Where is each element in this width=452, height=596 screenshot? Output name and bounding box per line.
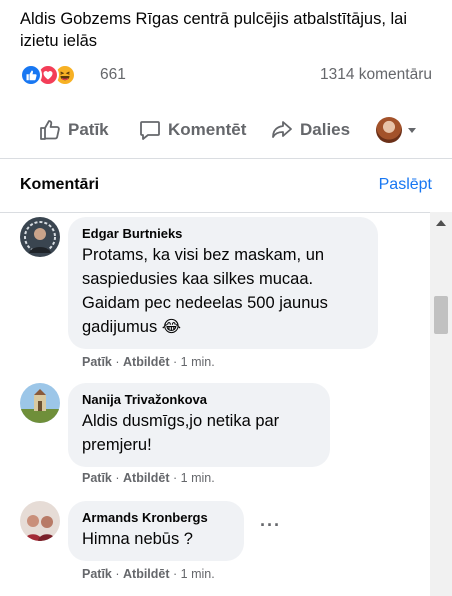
comment-timestamp[interactable]: 1 min. — [181, 471, 215, 485]
separator: · — [169, 567, 181, 581]
more-options-icon[interactable]: ··· — [260, 515, 281, 536]
comment-author[interactable]: Edgar Burtnieks — [82, 225, 364, 243]
comment-bubble: Nanija Trivažonkova Aldis dusmīgs,jo net… — [68, 383, 330, 467]
separator: · — [169, 471, 181, 485]
avatar[interactable] — [20, 217, 60, 257]
comment-author[interactable]: Armands Kronbergs — [82, 509, 230, 527]
comment-author[interactable]: Nanija Trivažonkova — [82, 391, 316, 409]
share-arrow-icon — [270, 118, 294, 142]
comment-text: Aldis dusmīgs,jo netika par premjeru! — [82, 412, 280, 454]
avatar — [376, 117, 402, 143]
hide-comments-link[interactable]: Paslēpt — [379, 176, 432, 194]
reactions-summary[interactable]: 661 1314 komentāru — [20, 64, 432, 88]
comment-bubble-icon — [138, 118, 162, 142]
post-action-bar: Patīk Komentēt Dalies — [20, 112, 432, 148]
comment-bubble: Edgar Burtnieks Protams, ka visi bez mas… — [68, 217, 378, 349]
comment-bubble: Armands Kronbergs Himna nebūs ? — [68, 501, 244, 561]
comments-list: Edgar Burtnieks Protams, ka visi bez mas… — [0, 212, 452, 596]
reaction-count[interactable]: 661 — [100, 66, 126, 84]
comment-button[interactable]: Komentēt — [138, 112, 246, 148]
scroll-up-arrow-icon[interactable] — [436, 220, 446, 226]
comment-meta: Patīk · Atbildēt · 1 min. — [82, 567, 215, 581]
separator: · — [111, 471, 123, 485]
comment-reply-link[interactable]: Atbildēt — [123, 355, 170, 369]
reaction-icons[interactable] — [20, 64, 96, 86]
post-text: Aldis Gobzems Rīgas centrā pulcējis atba… — [20, 10, 408, 50]
like-button[interactable]: Patīk — [38, 112, 109, 148]
comment-like-link[interactable]: Patīk — [82, 567, 112, 581]
comment-meta: Patīk · Atbildēt · 1 min. — [82, 471, 215, 485]
comment-timestamp[interactable]: 1 min. — [181, 567, 215, 581]
avatar[interactable] — [20, 383, 60, 423]
separator: · — [169, 355, 181, 369]
comments-title: Komentāri — [20, 176, 100, 193]
comments-scrollbar[interactable] — [430, 212, 452, 596]
avatar[interactable] — [20, 501, 60, 541]
comment-count-link[interactable]: 1314 komentāru — [320, 66, 432, 84]
separator: · — [111, 567, 123, 581]
chevron-down-icon — [406, 124, 418, 136]
comment-label: Komentēt — [168, 120, 247, 139]
comment-text: Himna nebūs ? — [82, 530, 193, 548]
divider — [0, 158, 452, 159]
comment-meta: Patīk · Atbildēt · 1 min. — [82, 355, 215, 369]
share-label: Dalies — [300, 120, 351, 139]
scroll-thumb[interactable] — [434, 296, 448, 334]
comment-like-link[interactable]: Patīk — [82, 471, 112, 485]
share-button[interactable]: Dalies — [270, 112, 350, 148]
like-reaction-icon — [20, 64, 42, 86]
comment-reply-link[interactable]: Atbildēt — [123, 567, 170, 581]
comment-like-link[interactable]: Patīk — [82, 355, 112, 369]
reaction-profile-selector[interactable] — [376, 112, 418, 148]
comment-text: Protams, ka visi bez maskam, un saspiedu… — [82, 246, 328, 336]
comment-reply-link[interactable]: Atbildēt — [123, 471, 170, 485]
comment-timestamp[interactable]: 1 min. — [181, 355, 215, 369]
thumbs-up-icon — [38, 118, 62, 142]
like-label: Patīk — [68, 120, 109, 139]
comments-header: Komentāri Paslēpt — [20, 176, 432, 198]
separator: · — [111, 355, 123, 369]
